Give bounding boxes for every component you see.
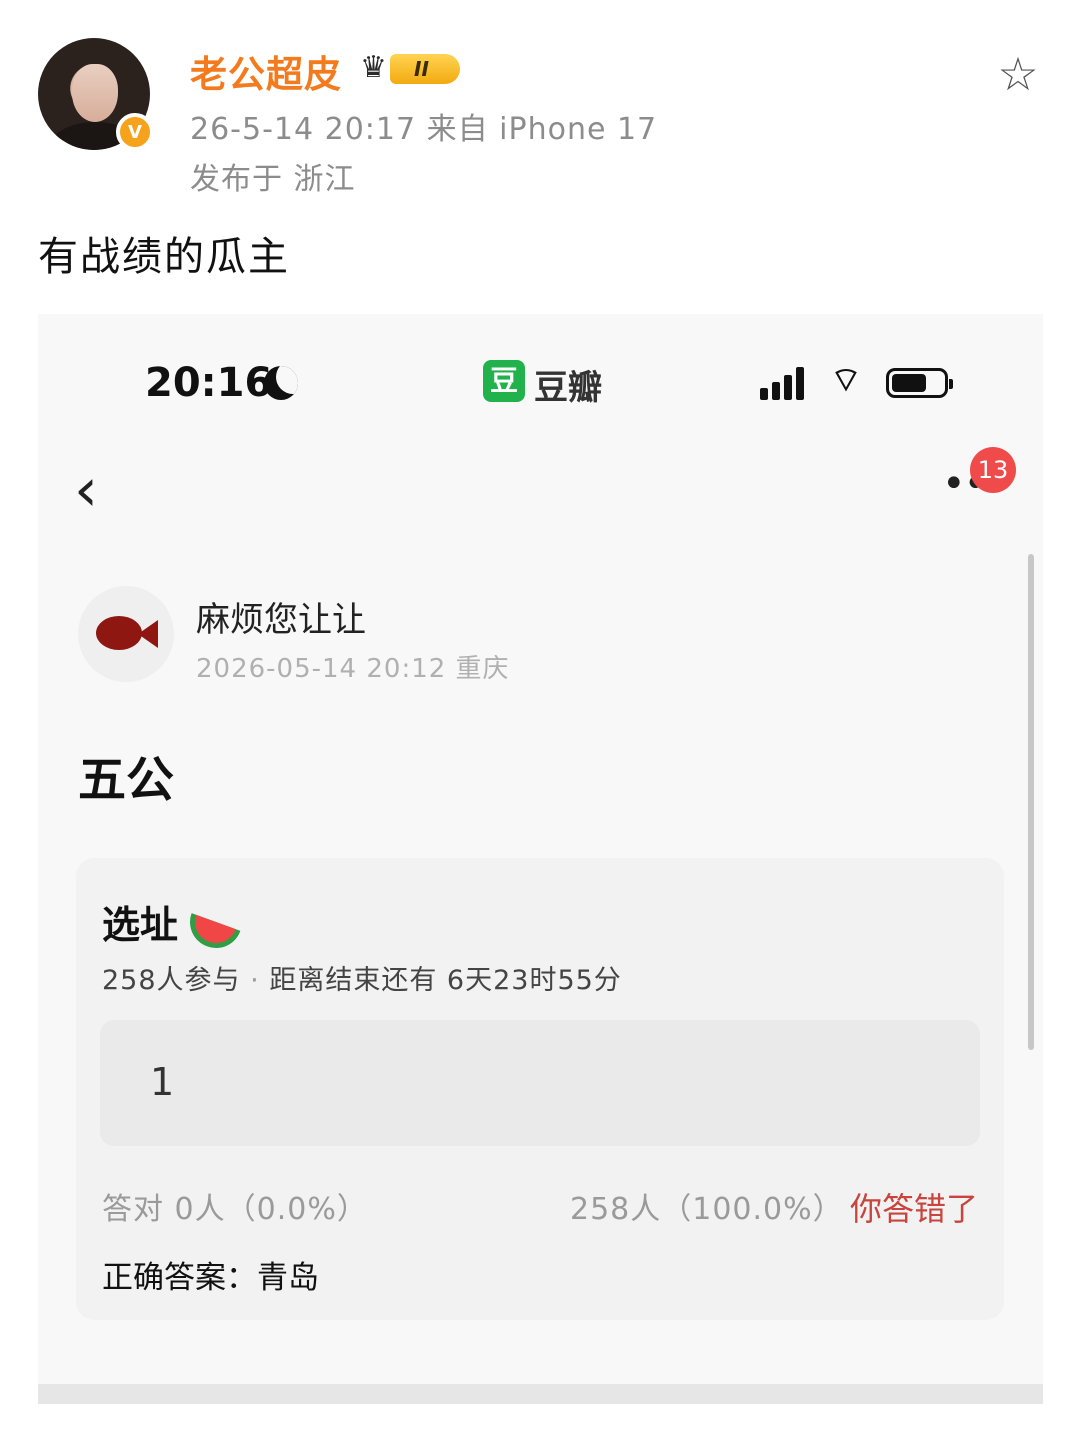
wifi-icon: ⌔ bbox=[830, 360, 862, 400]
post-title: 五公 bbox=[78, 752, 175, 808]
verified-badge-icon: V bbox=[116, 113, 154, 151]
correct-count: 答对 0人（0.0%） bbox=[102, 1192, 368, 1227]
username[interactable]: 老公超皮 bbox=[190, 44, 342, 98]
scrollbar[interactable] bbox=[1028, 554, 1034, 1050]
moon-icon bbox=[264, 366, 298, 400]
battery-icon bbox=[886, 368, 953, 398]
notification-count-badge[interactable]: 13 bbox=[970, 447, 1016, 493]
correct-answer: 正确答案：青岛 bbox=[102, 1260, 319, 1296]
watermelon-icon bbox=[190, 896, 242, 936]
answer-value: 1 bbox=[150, 1060, 175, 1104]
app-name: 豆瓣 bbox=[534, 368, 602, 408]
author-meta: 2026-05-14 20:12 重庆 bbox=[196, 654, 510, 684]
author-name[interactable]: 麻烦您让让 bbox=[196, 592, 366, 641]
back-chevron-icon[interactable]: ‹ bbox=[74, 460, 114, 520]
embedded-screenshot: 20:16 豆 豆瓣 ⌔ ‹ ••• 13 麻烦您让让 2026-05-14 2… bbox=[38, 314, 1043, 1404]
fish-avatar-icon bbox=[96, 616, 142, 650]
signal-icon bbox=[760, 366, 808, 400]
star-icon[interactable]: ☆ bbox=[994, 50, 1042, 98]
quiz-meta: 258人参与 · 距离结束还有 6天23时55分 bbox=[102, 958, 622, 997]
bottom-bar bbox=[38, 1384, 1043, 1404]
status-time: 20:16 bbox=[145, 360, 273, 406]
post-time-source: 26-5-14 20:17 来自 iPhone 17 bbox=[190, 112, 658, 147]
fish-tail bbox=[138, 620, 158, 648]
quiz-title: 选址 bbox=[102, 903, 179, 947]
wrong-label: 你答错了 bbox=[850, 1190, 979, 1228]
rank-level: II bbox=[390, 54, 460, 84]
douban-app-icon: 豆 bbox=[483, 360, 525, 402]
avatar-face bbox=[72, 64, 118, 122]
post-text: 有战绩的瓜主 bbox=[38, 234, 290, 280]
rank-badge[interactable]: ♛ II bbox=[360, 50, 462, 86]
quiz-countdown: 距离结束还有 6天23时55分 bbox=[269, 965, 622, 996]
wrong-count: 258人（100.0%） bbox=[570, 1192, 844, 1227]
post-location: 发布于 浙江 bbox=[190, 162, 356, 197]
quiz-card: 选址 258人参与 · 距离结束还有 6天23时55分 1 答对 0人（0.0%… bbox=[76, 858, 1004, 1320]
quiz-participants: 258人参与 bbox=[102, 965, 241, 996]
meta-separator: · bbox=[250, 965, 260, 996]
quiz-answer-option[interactable]: 1 bbox=[100, 1020, 980, 1146]
author-avatar[interactable] bbox=[78, 586, 174, 682]
